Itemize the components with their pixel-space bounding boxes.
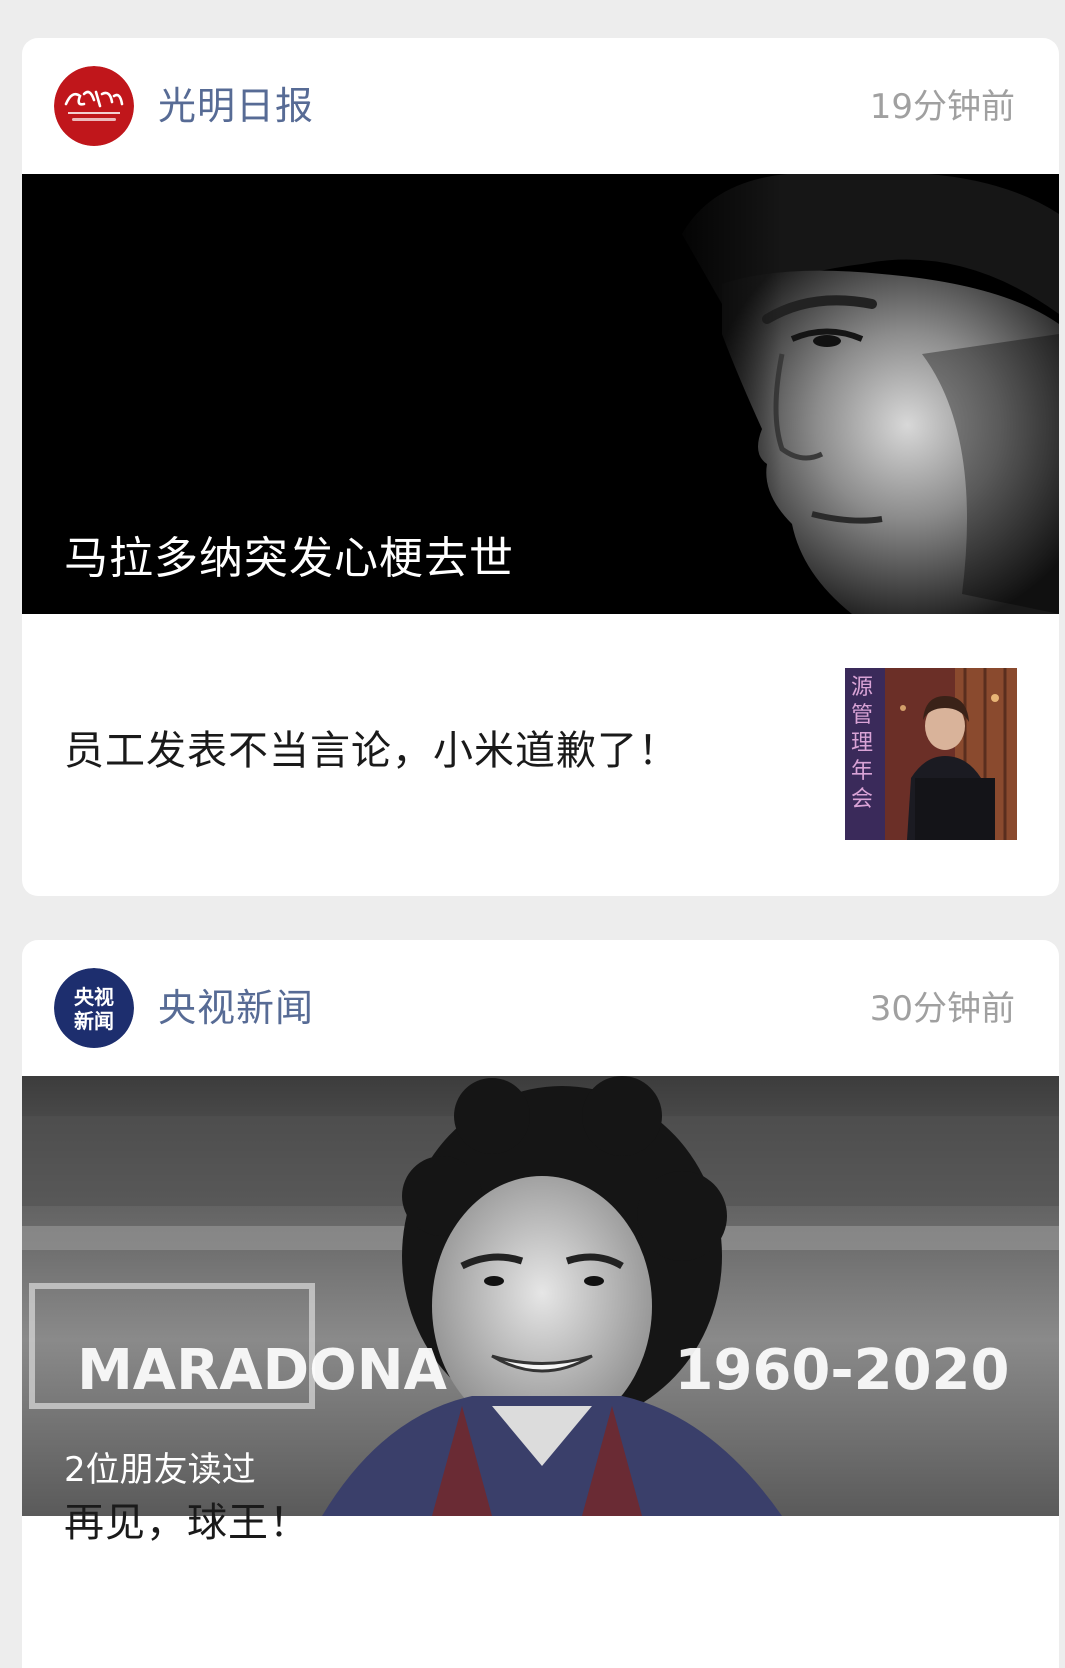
timestamp: 30分钟前: [869, 989, 1015, 1029]
svg-text:央视: 央视: [74, 985, 114, 1009]
article-thumbnail: 源 管 理 年 会: [845, 668, 1017, 840]
source-name[interactable]: 央视新闻: [158, 980, 314, 1036]
thumb-text: 理: [851, 731, 874, 756]
card-header: 央视 新闻 央视新闻 30分钟前: [22, 940, 1059, 1076]
cctv-news-logo-icon[interactable]: 央视 新闻: [54, 968, 134, 1048]
article-card-cctv[interactable]: 央视 新闻 央视新闻 30分钟前 MARADONA 1960-2020 2位朋友…: [22, 940, 1059, 1668]
hero-article[interactable]: MARADONA 1960-2020 2位朋友读过: [22, 1076, 1059, 1516]
article-title[interactable]: 再见，球王！: [64, 1488, 310, 1558]
hero-name-text: MARADONA: [77, 1338, 447, 1403]
list-item-article[interactable]: 员工发表不当言论，小米道歉了！ 源 管 理 年 会: [22, 614, 1059, 894]
thumb-text: 源: [851, 675, 874, 700]
article-title: 员工发表不当言论，小米道歉了！: [64, 728, 679, 774]
article-card-guangming[interactable]: 光明日报 19分钟前 马拉多纳突发心梗去世 员工发表不当言论，小米道歉了！ 源 …: [22, 38, 1059, 896]
thumb-text: 年: [851, 759, 874, 784]
hero-caption: 马拉多纳突发心梗去世: [64, 533, 514, 584]
card-header: 光明日报 19分钟前: [22, 38, 1059, 174]
hero-years-text: 1960-2020: [675, 1338, 1010, 1403]
hero-article[interactable]: 马拉多纳突发心梗去世: [22, 174, 1059, 614]
thumb-text: 会: [851, 787, 874, 812]
friends-read-count: 2位朋友读过: [64, 1450, 256, 1490]
guangming-daily-logo-icon[interactable]: [54, 66, 134, 146]
thumb-text: 管: [851, 703, 874, 728]
timestamp: 19分钟前: [869, 87, 1015, 127]
source-name[interactable]: 光明日报: [158, 78, 314, 134]
